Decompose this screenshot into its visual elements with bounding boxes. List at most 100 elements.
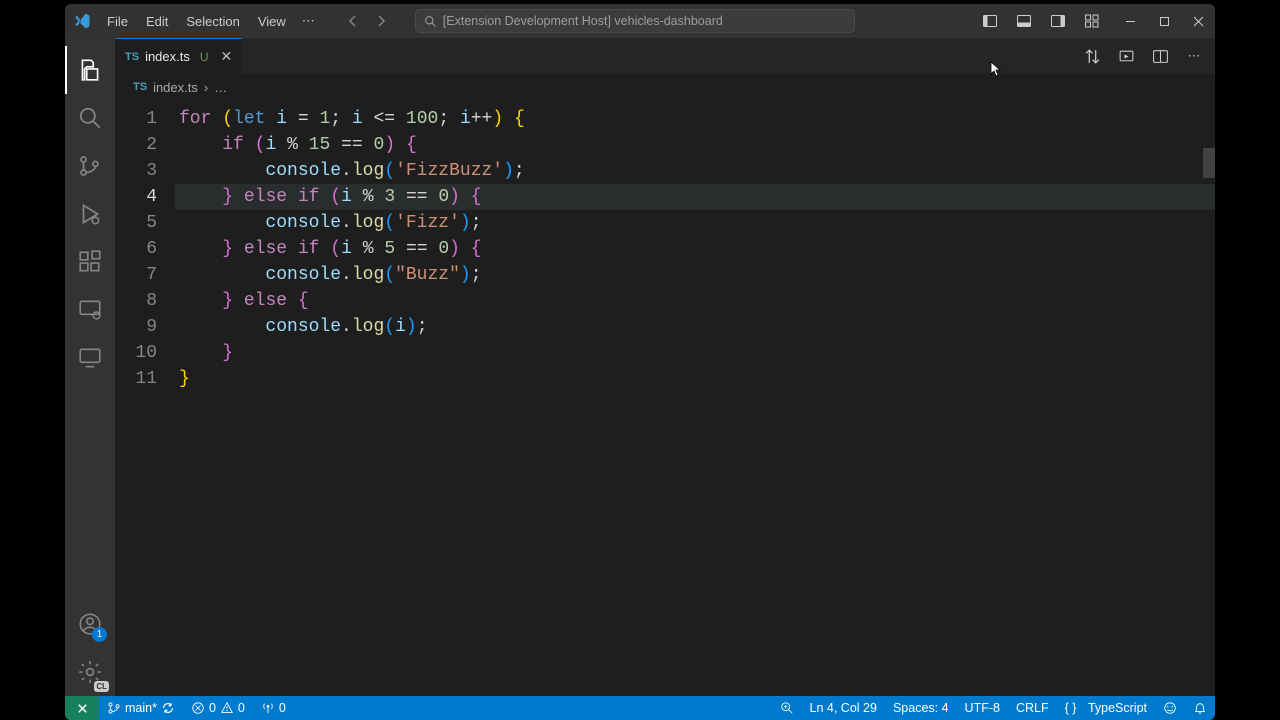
breadcrumb-filename: index.ts: [153, 80, 198, 95]
line-number: 2: [115, 132, 157, 158]
settings-gear-icon[interactable]: CL: [65, 648, 115, 696]
zoom-indicator[interactable]: [772, 696, 802, 720]
ports-status[interactable]: 0: [253, 696, 294, 720]
menu-file[interactable]: File: [99, 10, 136, 33]
line-number: 8: [115, 288, 157, 314]
window-minimize-icon[interactable]: [1113, 6, 1147, 36]
typescript-file-icon: TS: [125, 51, 139, 63]
ports-count: 0: [279, 701, 286, 715]
warning-icon: [220, 701, 234, 715]
menu-edit[interactable]: Edit: [138, 10, 176, 33]
explorer-icon[interactable]: [65, 46, 115, 94]
toggle-primary-sidebar-icon[interactable]: [975, 6, 1005, 36]
menu-view[interactable]: View: [250, 10, 294, 33]
code-line[interactable]: } else if (i % 5 == 0) {: [175, 236, 1215, 262]
editor-scrollbar-thumb[interactable]: [1203, 148, 1215, 178]
eol[interactable]: CRLF: [1008, 696, 1057, 720]
vscode-logo-icon: [65, 12, 99, 30]
cursor-position[interactable]: Ln 4, Col 29: [802, 696, 885, 720]
tab-index-ts[interactable]: TS index.ts U ✕: [115, 38, 243, 74]
command-center[interactable]: [Extension Development Host] vehicles-da…: [415, 9, 855, 33]
line-number: 7: [115, 262, 157, 288]
nav-back-icon[interactable]: [341, 9, 365, 33]
toggle-panel-icon[interactable]: [1009, 6, 1039, 36]
line-number: 3: [115, 158, 157, 184]
code-line[interactable]: console.log(i);: [175, 314, 1215, 340]
search-icon: [424, 15, 437, 28]
menu-more-icon[interactable]: ⋯: [294, 9, 323, 33]
menu-selection[interactable]: Selection: [178, 10, 247, 33]
error-count: 0: [209, 701, 216, 715]
notifications-icon[interactable]: [1185, 696, 1215, 720]
language-mode[interactable]: { } TypeScript: [1057, 696, 1155, 720]
code-line[interactable]: }: [175, 340, 1215, 366]
editor-more-icon[interactable]: ⋯: [1181, 43, 1207, 69]
compare-changes-icon[interactable]: [1079, 43, 1105, 69]
indentation[interactable]: Spaces: 4: [885, 696, 957, 720]
line-number: 6: [115, 236, 157, 262]
editor-actions: ⋯: [1079, 38, 1215, 74]
breadcrumb-tail: …: [214, 80, 227, 95]
code-line[interactable]: }: [175, 366, 1215, 392]
line-number: 1: [115, 106, 157, 132]
editor-group: TS index.ts U ✕ ⋯ TS index.ts › …: [115, 38, 1215, 696]
line-number-gutter: 1234567891011: [115, 100, 175, 696]
toggle-secondary-sidebar-icon[interactable]: [1043, 6, 1073, 36]
command-center-text: [Extension Development Host] vehicles-da…: [443, 14, 723, 28]
window-maximize-icon[interactable]: [1147, 6, 1181, 36]
error-icon: [191, 701, 205, 715]
breadcrumb[interactable]: TS index.ts › …: [115, 74, 1215, 100]
extensions-icon[interactable]: [65, 238, 115, 286]
line-number: 4: [115, 184, 157, 210]
radio-tower-icon: [261, 701, 275, 715]
tab-bar: TS index.ts U ✕ ⋯: [115, 38, 1215, 74]
line-number: 11: [115, 366, 157, 392]
remote-explorer-icon[interactable]: [65, 286, 115, 334]
window-controls: [1113, 6, 1215, 36]
feedback-icon[interactable]: [1155, 696, 1185, 720]
search-panel-icon[interactable]: [65, 94, 115, 142]
title-bar: File Edit Selection View ⋯ [Extension De…: [65, 4, 1215, 38]
nav-forward-icon[interactable]: [369, 9, 393, 33]
vscode-window: File Edit Selection View ⋯ [Extension De…: [65, 4, 1215, 720]
remote-indicator-icon[interactable]: [65, 696, 99, 720]
tab-filename: index.ts: [145, 49, 190, 64]
menu-bar: File Edit Selection View: [99, 10, 294, 33]
tab-git-status: U: [200, 50, 209, 64]
sync-icon[interactable]: [161, 701, 175, 715]
code-line[interactable]: } else {: [175, 288, 1215, 314]
tab-close-icon[interactable]: ✕: [221, 48, 233, 65]
code-line[interactable]: if (i % 15 == 0) {: [175, 132, 1215, 158]
status-bar: main* 0 0 0 Ln 4, Col 29 Spaces: 4 UTF-8…: [65, 696, 1215, 720]
ports-icon[interactable]: [65, 334, 115, 382]
code-line[interactable]: console.log('Fizz');: [175, 210, 1215, 236]
run-debug-icon[interactable]: [65, 190, 115, 238]
line-number: 10: [115, 340, 157, 366]
code-line[interactable]: } else if (i % 3 == 0) {: [175, 184, 1215, 210]
settings-corner-badge: CL: [94, 681, 109, 692]
encoding[interactable]: UTF-8: [957, 696, 1008, 720]
line-number: 9: [115, 314, 157, 340]
branch-name: main*: [125, 701, 157, 715]
nav-arrows: [341, 9, 393, 33]
warning-count: 0: [238, 701, 245, 715]
zoom-icon: [780, 701, 794, 715]
git-branch[interactable]: main*: [99, 696, 183, 720]
customize-layout-icon[interactable]: [1077, 6, 1107, 36]
source-control-icon[interactable]: [65, 142, 115, 190]
breadcrumb-separator: ›: [204, 80, 208, 95]
braces-icon: { }: [1065, 701, 1077, 715]
activity-bar: 1 CL: [65, 38, 115, 696]
line-number: 5: [115, 210, 157, 236]
accounts-icon[interactable]: 1: [65, 600, 115, 648]
problems[interactable]: 0 0: [183, 696, 253, 720]
code-content[interactable]: for (let i = 1; i <= 100; i++) { if (i %…: [175, 100, 1215, 696]
run-file-icon[interactable]: [1113, 43, 1139, 69]
code-line[interactable]: console.log('FizzBuzz');: [175, 158, 1215, 184]
accounts-badge: 1: [92, 627, 107, 642]
code-line[interactable]: console.log("Buzz");: [175, 262, 1215, 288]
window-close-icon[interactable]: [1181, 6, 1215, 36]
code-line[interactable]: for (let i = 1; i <= 100; i++) {: [175, 106, 1215, 132]
split-editor-icon[interactable]: [1147, 43, 1173, 69]
code-editor[interactable]: 1234567891011 for (let i = 1; i <= 100; …: [115, 100, 1215, 696]
